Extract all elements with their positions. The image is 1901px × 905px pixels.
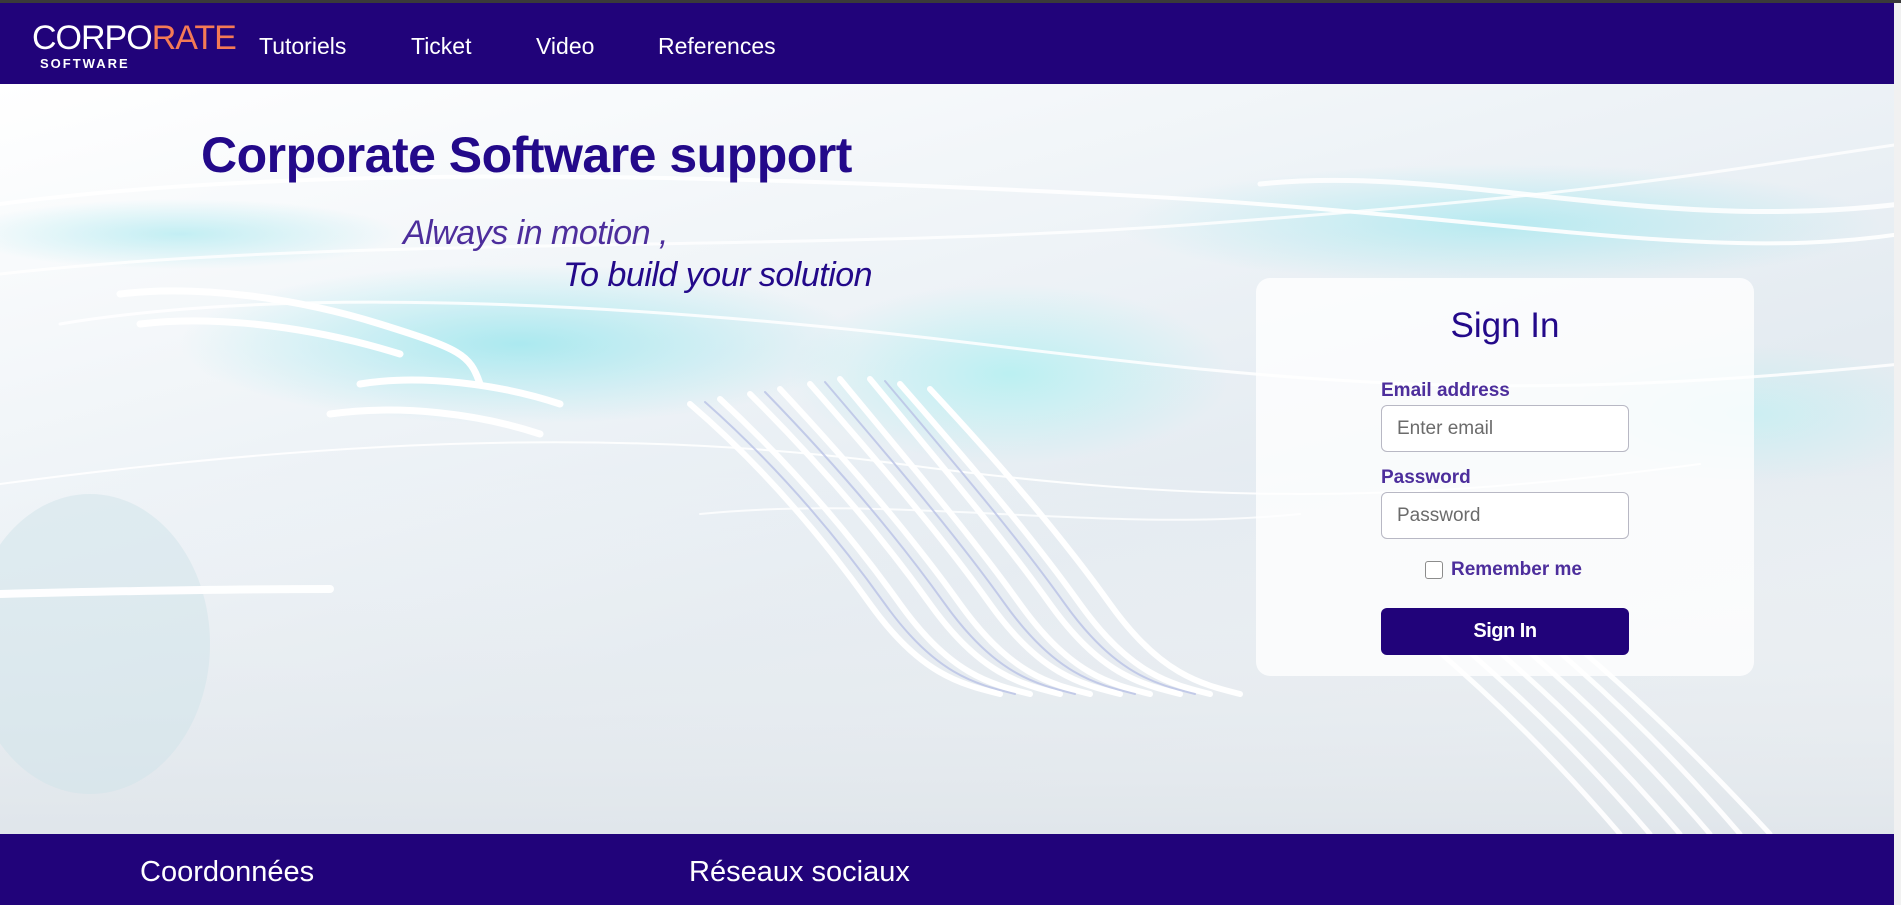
- page-footer: Coordonnées Réseaux sociaux: [0, 834, 1901, 905]
- hero-section: Corporate Software support Always in mot…: [0, 84, 1901, 834]
- signin-title: Sign In: [1450, 306, 1560, 345]
- tagline-line-1: Always in motion ,: [403, 214, 669, 252]
- remember-me-checkbox[interactable]: [1425, 561, 1443, 579]
- password-label: Password: [1381, 467, 1471, 488]
- footer-heading-reseaux-sociaux: Réseaux sociaux: [689, 856, 910, 888]
- signin-card: Sign In Email address Password Remember …: [1256, 278, 1754, 676]
- logo-subtitle: SOFTWARE: [40, 56, 130, 71]
- nav-link-references[interactable]: References: [658, 33, 776, 59]
- logo-wordmark: CORPORATE: [32, 19, 237, 57]
- email-label: Email address: [1381, 380, 1510, 401]
- nav-link-tutoriels[interactable]: Tutoriels: [259, 33, 346, 59]
- footer-heading-coordonnees: Coordonnées: [140, 856, 315, 888]
- nav-link-ticket[interactable]: Ticket: [411, 33, 472, 59]
- logo-wordmark-part1: CORPO: [32, 19, 153, 57]
- remember-me-row[interactable]: Remember me: [1425, 559, 1582, 583]
- window-scrollbar[interactable]: [1894, 3, 1901, 905]
- signin-button[interactable]: Sign In: [1381, 608, 1629, 655]
- nav-link-video[interactable]: Video: [536, 33, 594, 59]
- logo-wordmark-part2: RATE: [151, 19, 237, 57]
- top-navbar: CORPORATE SOFTWARE Tutoriels Ticket Vide…: [0, 3, 1901, 84]
- password-input[interactable]: [1381, 492, 1629, 539]
- remember-me-label[interactable]: Remember me: [1451, 559, 1582, 581]
- page-title: Corporate Software support: [201, 127, 852, 183]
- tagline-line-2: To build your solution: [563, 256, 873, 294]
- email-input[interactable]: [1381, 405, 1629, 452]
- brand-logo[interactable]: CORPORATE SOFTWARE: [32, 19, 237, 71]
